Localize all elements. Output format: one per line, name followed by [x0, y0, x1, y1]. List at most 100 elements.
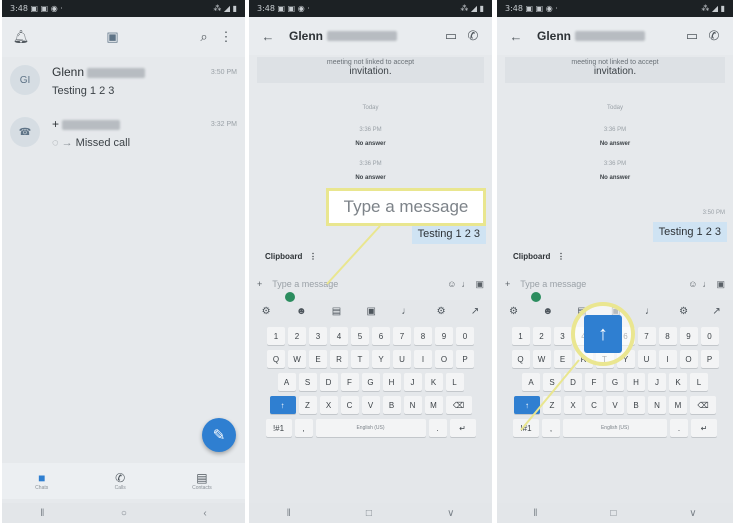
message-bubble[interactable]: Testing 1 2 3 [411, 224, 486, 244]
key-5[interactable]: 5 [351, 327, 369, 345]
key-k[interactable]: K [424, 373, 443, 391]
camera-icon[interactable]: ▣ [716, 279, 725, 290]
key-e[interactable]: E [309, 350, 327, 368]
key-g[interactable]: G [361, 373, 380, 391]
nav-contacts[interactable]: ▤ Contacts [192, 471, 212, 491]
key-x[interactable]: X [564, 396, 582, 414]
key-u[interactable]: U [393, 350, 411, 368]
recents-icon[interactable]: ‖ [287, 508, 291, 519]
key-e[interactable]: E [553, 350, 572, 368]
key-w[interactable]: W [532, 350, 551, 368]
plus-icon[interactable]: + [257, 279, 262, 289]
key-r[interactable]: R [330, 350, 348, 368]
message-input[interactable]: Type a message [272, 279, 447, 289]
key-n[interactable]: N [403, 396, 422, 414]
key-h[interactable]: H [627, 373, 645, 391]
key-p[interactable]: P [456, 350, 474, 368]
key-1[interactable]: 1 [267, 327, 285, 345]
clipboard-label[interactable]: Clipboard ⋮ [513, 252, 565, 261]
mic-icon[interactable]: ♩ [401, 306, 411, 317]
key-d[interactable]: D [564, 373, 582, 391]
camera-icon[interactable]: ▣ [475, 279, 484, 290]
more-options-icon[interactable]: ⋮ [215, 26, 237, 48]
key-b[interactable]: B [382, 396, 401, 414]
recents-icon[interactable]: ‖ [533, 508, 537, 519]
recents-icon[interactable]: ‖ [40, 508, 44, 519]
key-t[interactable]: T [351, 350, 369, 368]
key-p[interactable]: P [700, 350, 719, 368]
key-1[interactable]: 1 [511, 327, 530, 345]
key-u[interactable]: U [637, 350, 656, 368]
sticker-icon[interactable]: ▤ [332, 306, 341, 317]
clipboard-label[interactable]: Clipboard ⋮ [265, 252, 317, 261]
shift-key[interactable]: ↑ [514, 396, 540, 414]
home-icon[interactable]: ○ [121, 508, 127, 519]
collapse-icon[interactable]: ↗ [712, 306, 720, 317]
enter-key[interactable]: ↵ [691, 419, 717, 437]
period-key[interactable]: . [428, 419, 447, 437]
gear-icon[interactable]: ⚙ [437, 306, 446, 317]
key-9[interactable]: 9 [435, 327, 453, 345]
emoji-icon[interactable]: ☺ [447, 279, 456, 289]
key-7[interactable]: 7 [393, 327, 411, 345]
emoji-icon[interactable]: ☺ [688, 279, 697, 289]
gif-icon[interactable]: ▣ [367, 306, 376, 317]
key-8[interactable]: 8 [658, 327, 677, 345]
comma-key[interactable]: , [294, 419, 313, 437]
key-3[interactable]: 3 [553, 327, 572, 345]
key-b[interactable]: B [627, 396, 645, 414]
backspace-key[interactable]: ⌫ [690, 396, 716, 414]
phone-icon[interactable]: ✆ [703, 25, 725, 47]
key-i[interactable]: I [414, 350, 432, 368]
phone-icon[interactable]: ✆ [462, 25, 484, 47]
video-call-icon[interactable]: ▭ [440, 25, 462, 47]
key-m[interactable]: M [669, 396, 687, 414]
key-o[interactable]: O [435, 350, 453, 368]
key-2[interactable]: 2 [288, 327, 306, 345]
shift-key[interactable]: ↑ [269, 396, 296, 414]
nav-calls[interactable]: ✆ Calls [115, 471, 126, 491]
bell-icon[interactable]: 🔔︎ [10, 26, 32, 48]
search-icon[interactable]: ⌕ [193, 26, 215, 48]
mic-icon[interactable]: ♩ [645, 306, 655, 317]
home-icon[interactable]: □ [366, 508, 372, 519]
key-z[interactable]: Z [543, 396, 561, 414]
key-l[interactable]: L [690, 373, 708, 391]
compose-button[interactable]: ✎ [202, 418, 236, 452]
period-key[interactable]: . [670, 419, 688, 437]
conversation-item[interactable]: ☎ + ◌ → Missed call 3:32 PM [2, 109, 245, 163]
keyboard-settings-icon[interactable]: ⚙ [509, 306, 518, 317]
key-o[interactable]: O [679, 350, 698, 368]
back-arrow-icon[interactable]: ← [505, 25, 527, 47]
symbols-key[interactable]: !#1 [265, 419, 292, 437]
gear-icon[interactable]: ⚙ [679, 306, 688, 317]
key-4[interactable]: 4 [330, 327, 348, 345]
key-h[interactable]: H [382, 373, 401, 391]
mic-icon[interactable]: ♩ [702, 279, 711, 289]
key-2[interactable]: 2 [532, 327, 551, 345]
key-c[interactable]: C [340, 396, 359, 414]
key-9[interactable]: 9 [679, 327, 698, 345]
key-w[interactable]: W [288, 350, 306, 368]
key-q[interactable]: Q [511, 350, 530, 368]
video-call-icon[interactable]: ▭ [681, 25, 703, 47]
plus-icon[interactable]: + [505, 279, 510, 289]
back-icon[interactable]: ‹ [203, 508, 206, 519]
new-chat-icon[interactable]: ▣ [102, 26, 124, 48]
space-key[interactable]: English (US) [315, 419, 426, 437]
key-i[interactable]: I [658, 350, 677, 368]
key-g[interactable]: G [606, 373, 624, 391]
key-s[interactable]: S [543, 373, 561, 391]
comma-key[interactable]: , [542, 419, 560, 437]
key-d[interactable]: D [319, 373, 338, 391]
enter-key[interactable]: ↵ [449, 419, 476, 437]
key-s[interactable]: S [298, 373, 317, 391]
key-q[interactable]: Q [267, 350, 285, 368]
key-8[interactable]: 8 [414, 327, 432, 345]
emoji-icon[interactable]: ☻ [296, 306, 307, 317]
back-icon[interactable]: ∨ [689, 508, 696, 519]
key-a[interactable]: A [522, 373, 540, 391]
key-z[interactable]: Z [298, 396, 317, 414]
key-0[interactable]: 0 [700, 327, 719, 345]
collapse-icon[interactable]: ↗ [471, 306, 479, 317]
